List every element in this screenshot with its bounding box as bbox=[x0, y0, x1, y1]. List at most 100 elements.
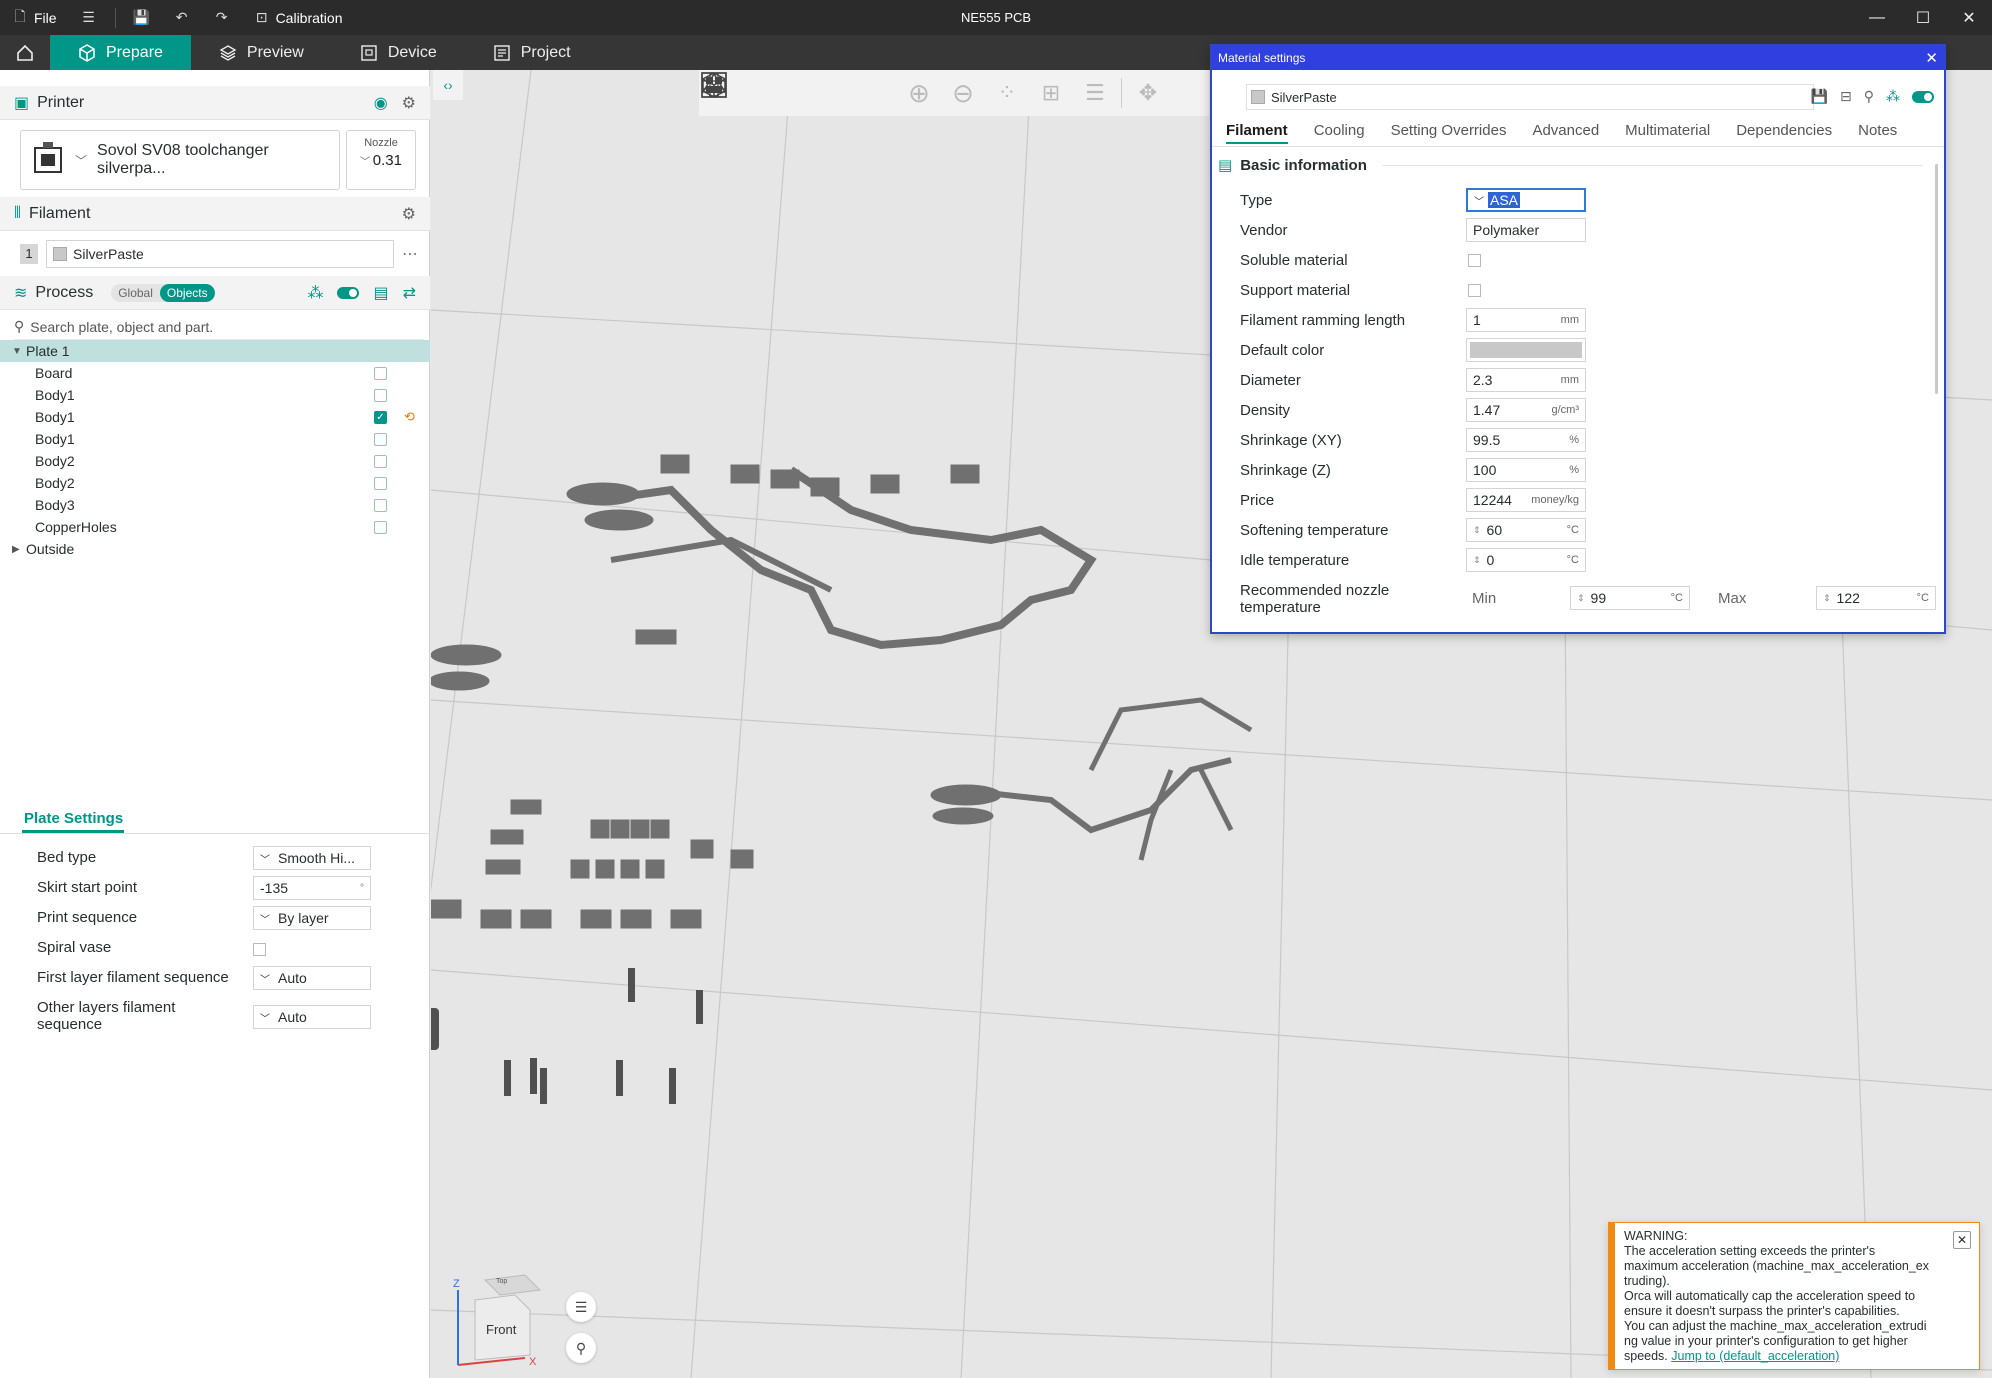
tree-outside-row[interactable]: ▶ Outside bbox=[0, 538, 430, 560]
shrink-z-input[interactable]: 100% bbox=[1466, 458, 1586, 482]
printer-settings-icon[interactable]: ⚙ bbox=[402, 93, 416, 113]
tree-object-row[interactable]: Board bbox=[0, 362, 430, 384]
file-menu[interactable]: 🗋 File bbox=[0, 0, 69, 35]
tab-filament[interactable]: Filament bbox=[1226, 122, 1288, 144]
first-layer-select[interactable]: ﹀ Auto bbox=[253, 966, 371, 990]
object-checkbox[interactable] bbox=[374, 366, 387, 380]
caret-right-icon[interactable]: ▶ bbox=[12, 544, 20, 555]
network-icon[interactable]: ⁂ bbox=[307, 283, 323, 303]
zoom-in-button[interactable]: ⊕ bbox=[901, 75, 937, 111]
tab-home[interactable] bbox=[0, 35, 50, 70]
auto-orient-button[interactable] bbox=[701, 72, 831, 111]
object-checkbox[interactable] bbox=[374, 432, 387, 446]
bed-type-select[interactable]: ﹀ Smooth Hi... bbox=[253, 846, 371, 870]
tree-object-row[interactable]: Body3 bbox=[0, 494, 430, 516]
tree-object-row[interactable]: CopperHoles bbox=[0, 516, 430, 538]
tab-device[interactable]: Device bbox=[332, 35, 465, 70]
caret-down-icon[interactable]: ▼ bbox=[12, 346, 22, 357]
tab-dependencies[interactable]: Dependencies bbox=[1736, 122, 1832, 144]
spinner-icon[interactable]: ⇕ bbox=[1473, 555, 1481, 566]
view-menu-button[interactable]: ☰ bbox=[566, 1292, 596, 1322]
split-parts-button[interactable]: ⊞ bbox=[1033, 75, 1069, 111]
spinner-icon[interactable]: ⇕ bbox=[1473, 525, 1481, 536]
object-checkbox[interactable] bbox=[374, 454, 387, 468]
tab-setting-overrides[interactable]: Setting Overrides bbox=[1391, 122, 1507, 144]
spinner-icon[interactable]: ⇕ bbox=[1823, 593, 1831, 604]
nozzle-selector[interactable]: Nozzle ﹀ 0.31 bbox=[346, 130, 416, 190]
navigation-cube[interactable]: Top Front Z X bbox=[453, 1270, 555, 1370]
ramming-input[interactable]: 1 mm bbox=[1466, 308, 1586, 332]
layers-button[interactable]: ☰ bbox=[1077, 75, 1113, 111]
object-checkbox[interactable] bbox=[374, 520, 387, 534]
filament-settings-icon[interactable]: ⚙ bbox=[402, 204, 416, 224]
type-select[interactable]: ﹀ ASA bbox=[1466, 188, 1586, 212]
min-temp-spinner[interactable]: ⇕ 99 °C bbox=[1570, 586, 1690, 610]
object-checkbox[interactable] bbox=[374, 388, 387, 402]
maximize-button[interactable]: ☐ bbox=[1900, 0, 1946, 35]
search-icon[interactable]: ⚲ bbox=[1864, 88, 1874, 105]
wifi-icon[interactable]: ◉ bbox=[374, 93, 388, 113]
add-plate-button[interactable] bbox=[701, 72, 787, 111]
swap-icon[interactable]: ⇄ bbox=[403, 283, 416, 303]
close-icon[interactable]: ✕ bbox=[1925, 49, 1938, 67]
dialog-scrollbar[interactable] bbox=[1935, 164, 1938, 394]
close-icon[interactable]: ✕ bbox=[1953, 1231, 1971, 1249]
density-input[interactable]: 1.47 g/cm³ bbox=[1466, 398, 1586, 422]
tree-object-row[interactable]: Body1 bbox=[0, 428, 430, 450]
tab-advanced[interactable]: Advanced bbox=[1532, 122, 1599, 144]
tab-prepare[interactable]: Prepare bbox=[50, 35, 191, 70]
redo-button[interactable]: ↷ bbox=[202, 0, 242, 35]
tab-cooling[interactable]: Cooling bbox=[1314, 122, 1365, 144]
delete-preset-icon[interactable]: ⊟ bbox=[1840, 88, 1852, 105]
preset-selector[interactable]: SilverPaste bbox=[1246, 84, 1814, 110]
menu-button[interactable]: ☰ bbox=[69, 0, 109, 35]
advanced-toggle[interactable] bbox=[337, 286, 360, 299]
zoom-fit-button[interactable]: ⚲ bbox=[566, 1333, 596, 1363]
vendor-input[interactable]: Polymaker bbox=[1466, 218, 1586, 242]
tree-object-row[interactable]: Body1 bbox=[0, 384, 430, 406]
tree-object-row[interactable]: Body2 bbox=[0, 472, 430, 494]
color-picker[interactable] bbox=[1466, 338, 1586, 362]
soften-spinner[interactable]: ⇕ 60 °C bbox=[1466, 518, 1586, 542]
minimize-button[interactable]: — bbox=[1854, 0, 1900, 35]
tree-object-row[interactable]: Body1 ✓ ⟲ bbox=[0, 406, 430, 428]
split-objects-button[interactable]: ⁘ bbox=[989, 75, 1025, 111]
soluble-checkbox[interactable] bbox=[1468, 254, 1481, 267]
object-checkbox-checked[interactable]: ✓ bbox=[374, 410, 387, 424]
printer-selector[interactable]: ﹀ Sovol SV08 toolchanger silverpa... bbox=[20, 130, 340, 190]
tab-preview[interactable]: Preview bbox=[191, 35, 332, 70]
zoom-out-button[interactable]: ⊖ bbox=[945, 75, 981, 111]
spiral-vase-checkbox[interactable] bbox=[253, 943, 266, 956]
filament-more-icon[interactable]: ⋯ bbox=[402, 244, 418, 264]
plate-settings-title[interactable]: Plate Settings bbox=[24, 810, 123, 827]
advanced-toggle[interactable] bbox=[1912, 90, 1934, 103]
other-layers-select[interactable]: ﹀ Auto bbox=[253, 1005, 371, 1029]
tab-multimaterial[interactable]: Multimaterial bbox=[1625, 122, 1710, 144]
search-input[interactable]: Search plate, object and part. bbox=[30, 319, 213, 335]
support-checkbox[interactable] bbox=[1468, 284, 1481, 297]
tab-notes[interactable]: Notes bbox=[1858, 122, 1897, 144]
compare-icon[interactable]: ▤ bbox=[373, 283, 388, 303]
price-input[interactable]: 12244 money/kg bbox=[1466, 488, 1586, 512]
object-checkbox[interactable] bbox=[374, 476, 387, 490]
print-seq-select[interactable]: ﹀ By layer bbox=[253, 906, 371, 930]
shrink-xy-input[interactable]: 99.5% bbox=[1466, 428, 1586, 452]
mode-global[interactable]: Global bbox=[111, 284, 160, 302]
arrange-button[interactable] bbox=[701, 72, 875, 111]
filament-color-swatch[interactable] bbox=[53, 247, 67, 261]
save-preset-icon[interactable]: 💾 bbox=[1811, 88, 1828, 105]
filament-selector[interactable]: SilverPaste bbox=[46, 240, 394, 268]
undo-button[interactable]: ↶ bbox=[162, 0, 202, 35]
close-window-button[interactable]: ✕ bbox=[1946, 0, 1992, 35]
skirt-input[interactable]: -135 ° bbox=[253, 876, 371, 900]
spinner-icon[interactable]: ⇕ bbox=[1577, 593, 1585, 604]
object-search[interactable]: ⚲ Search plate, object and part. bbox=[14, 314, 424, 340]
jump-to-setting-link[interactable]: Jump to (default_acceleration) bbox=[1671, 1349, 1839, 1363]
mode-objects[interactable]: Objects bbox=[159, 283, 215, 302]
process-mode-toggle[interactable]: Global Objects bbox=[111, 283, 215, 302]
network-icon[interactable]: ⁂ bbox=[1886, 88, 1900, 105]
collapse-sidebar-button[interactable]: ‹› bbox=[433, 70, 463, 100]
tab-project[interactable]: Project bbox=[465, 35, 599, 70]
modified-settings-icon[interactable]: ⟲ bbox=[404, 409, 415, 425]
calibration-menu[interactable]: ⊡ Calibration bbox=[242, 0, 355, 35]
